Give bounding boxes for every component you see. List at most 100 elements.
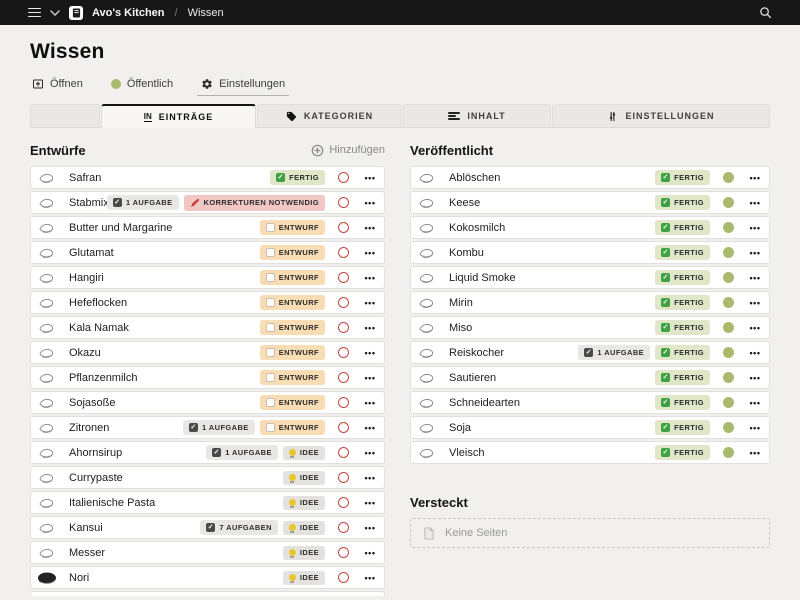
list-item[interactable]: Reiskocher✓1 AUFGABE✓FERTIG••• <box>410 341 770 364</box>
row-menu-button[interactable]: ••• <box>356 198 384 208</box>
row-menu-button[interactable]: ••• <box>356 173 384 183</box>
status-circle-draft[interactable] <box>338 422 349 433</box>
status-circle-draft[interactable] <box>338 547 349 558</box>
status-circle-draft[interactable] <box>338 172 349 183</box>
list-item-partial[interactable] <box>30 591 385 596</box>
row-menu-button[interactable]: ••• <box>356 398 384 408</box>
toolbar-item-settings[interactable]: Einstellungen <box>199 76 287 94</box>
list-item[interactable]: GlutamatENTWURF••• <box>30 241 385 264</box>
row-menu-button[interactable]: ••• <box>356 473 384 483</box>
add-page-button[interactable]: Hinzufügen <box>311 144 385 157</box>
chevron-down-icon[interactable] <box>50 10 60 16</box>
status-circle-published[interactable] <box>723 272 734 283</box>
row-menu-button[interactable]: ••• <box>741 423 769 433</box>
row-menu-button[interactable]: ••• <box>356 498 384 508</box>
list-item[interactable]: Ahornsirup✓1 AUFGABEIDEE••• <box>30 441 385 464</box>
tab-settings[interactable]: EINSTELLUNGEN <box>552 104 770 127</box>
row-menu-button[interactable]: ••• <box>356 248 384 258</box>
row-menu-button[interactable]: ••• <box>356 448 384 458</box>
status-circle-published[interactable] <box>723 322 734 333</box>
list-item[interactable]: Mirin✓FERTIG••• <box>410 291 770 314</box>
status-circle-published[interactable] <box>723 422 734 433</box>
tab-stub[interactable] <box>30 104 100 127</box>
list-item[interactable]: CurrypasteIDEE••• <box>30 466 385 489</box>
list-item[interactable]: Schneidearten✓FERTIG••• <box>410 391 770 414</box>
tab-content[interactable]: INHALT <box>403 104 551 127</box>
row-menu-button[interactable]: ••• <box>356 373 384 383</box>
status-circle-draft[interactable] <box>338 522 349 533</box>
list-item[interactable]: Kombu✓FERTIG••• <box>410 241 770 264</box>
status-circle-draft[interactable] <box>338 472 349 483</box>
tab-entries[interactable]: INEINTRÄGE <box>101 104 256 128</box>
status-circle-draft[interactable] <box>338 297 349 308</box>
row-menu-button[interactable]: ••• <box>741 398 769 408</box>
tab-categories[interactable]: KATEGORIEN <box>257 104 402 127</box>
row-menu-button[interactable]: ••• <box>741 448 769 458</box>
list-item[interactable]: HangiriENTWURF••• <box>30 266 385 289</box>
list-item[interactable]: Vleisch✓FERTIG••• <box>410 441 770 464</box>
status-circle-published[interactable] <box>723 297 734 308</box>
workspace-icon[interactable] <box>69 6 83 20</box>
status-circle-draft[interactable] <box>338 572 349 583</box>
list-item[interactable]: HefeflockenENTWURF••• <box>30 291 385 314</box>
row-menu-button[interactable]: ••• <box>356 523 384 533</box>
status-circle-draft[interactable] <box>338 222 349 233</box>
status-circle-draft[interactable] <box>338 347 349 358</box>
row-menu-button[interactable]: ••• <box>741 348 769 358</box>
row-menu-button[interactable]: ••• <box>356 323 384 333</box>
list-item[interactable]: Soja✓FERTIG••• <box>410 416 770 439</box>
row-menu-button[interactable]: ••• <box>741 198 769 208</box>
row-menu-button[interactable]: ••• <box>356 423 384 433</box>
list-item[interactable]: PflanzenmilchENTWURF••• <box>30 366 385 389</box>
row-menu-button[interactable]: ••• <box>356 298 384 308</box>
status-circle-draft[interactable] <box>338 272 349 283</box>
status-circle-published[interactable] <box>723 197 734 208</box>
list-item[interactable]: Kansui✓7 AUFGABENIDEE••• <box>30 516 385 539</box>
row-menu-button[interactable]: ••• <box>356 223 384 233</box>
status-circle-published[interactable] <box>723 172 734 183</box>
status-circle-draft[interactable] <box>338 197 349 208</box>
toolbar-item-public[interactable]: Öffentlich <box>109 76 175 94</box>
breadcrumb-app-name[interactable]: Avo's Kitchen <box>92 7 165 19</box>
list-item[interactable]: Liquid Smoke✓FERTIG••• <box>410 266 770 289</box>
list-item[interactable]: SojasoßeENTWURF••• <box>30 391 385 414</box>
list-item[interactable]: OkazuENTWURF••• <box>30 341 385 364</box>
list-item[interactable]: Italienische PastaIDEE••• <box>30 491 385 514</box>
status-circle-draft[interactable] <box>338 372 349 383</box>
list-item[interactable]: Miso✓FERTIG••• <box>410 316 770 339</box>
status-circle-draft[interactable] <box>338 497 349 508</box>
list-item[interactable]: MesserIDEE••• <box>30 541 385 564</box>
row-menu-button[interactable]: ••• <box>356 573 384 583</box>
status-circle-draft[interactable] <box>338 322 349 333</box>
row-menu-button[interactable]: ••• <box>741 323 769 333</box>
status-circle-published[interactable] <box>723 347 734 358</box>
breadcrumb-page-name[interactable]: Wissen <box>188 7 224 19</box>
list-item[interactable]: Keese✓FERTIG••• <box>410 191 770 214</box>
status-circle-published[interactable] <box>723 222 734 233</box>
list-item[interactable]: Safran✓FERTIG••• <box>30 166 385 189</box>
list-item[interactable]: Kala NamakENTWURF••• <box>30 316 385 339</box>
status-circle-draft[interactable] <box>338 247 349 258</box>
list-item[interactable]: Stabmixer✓1 AUFGABEKORREKTUREN NOTWENDIG… <box>30 191 385 214</box>
row-menu-button[interactable]: ••• <box>741 173 769 183</box>
status-circle-draft[interactable] <box>338 447 349 458</box>
row-menu-button[interactable]: ••• <box>356 348 384 358</box>
row-menu-button[interactable]: ••• <box>356 273 384 283</box>
list-item[interactable]: Ablöschen✓FERTIG••• <box>410 166 770 189</box>
row-menu-button[interactable]: ••• <box>741 273 769 283</box>
list-item[interactable]: Zitronen✓1 AUFGABEENTWURF••• <box>30 416 385 439</box>
row-menu-button[interactable]: ••• <box>741 248 769 258</box>
row-menu-button[interactable]: ••• <box>741 373 769 383</box>
hamburger-menu-icon[interactable] <box>28 8 41 18</box>
row-menu-button[interactable]: ••• <box>356 548 384 558</box>
list-item[interactable]: Kokosmilch✓FERTIG••• <box>410 216 770 239</box>
row-menu-button[interactable]: ••• <box>741 298 769 308</box>
list-item[interactable]: Butter und MargarineENTWURF••• <box>30 216 385 239</box>
list-item[interactable]: Sautieren✓FERTIG••• <box>410 366 770 389</box>
status-circle-draft[interactable] <box>338 397 349 408</box>
status-circle-published[interactable] <box>723 372 734 383</box>
status-circle-published[interactable] <box>723 397 734 408</box>
list-item[interactable]: NoriIDEE••• <box>30 566 385 589</box>
toolbar-item-open[interactable]: Öffnen <box>30 76 85 94</box>
status-circle-published[interactable] <box>723 447 734 458</box>
